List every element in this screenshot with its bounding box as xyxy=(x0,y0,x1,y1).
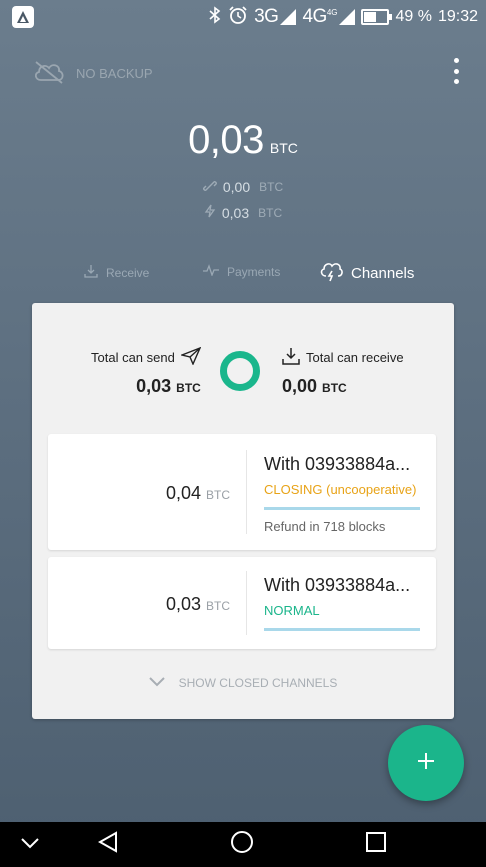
balance-unit: BTC xyxy=(269,140,298,156)
show-closed-channels-button[interactable]: SHOW CLOSED CHANNELS xyxy=(32,676,454,690)
lightning-balance: 0,03 BTC xyxy=(0,204,486,221)
total-can-send: Total can send 0,03 BTC xyxy=(91,346,202,397)
backup-label: NO BACKUP xyxy=(76,66,153,81)
lightning-unit: BTC xyxy=(258,205,283,220)
link-icon xyxy=(202,180,217,195)
tab-receive-label: Receive xyxy=(106,265,150,280)
channel-amount-value: 0,04 xyxy=(165,483,201,503)
channel-state-closing: CLOSING (uncooperative) xyxy=(264,482,417,497)
send-unit: BTC xyxy=(176,381,201,395)
clock: 19:32 xyxy=(437,8,478,25)
channel-progress-bar xyxy=(264,628,420,631)
chevron-down-icon xyxy=(20,836,40,854)
recents-square-icon xyxy=(366,832,386,857)
channel-state-normal: NORMAL xyxy=(264,603,320,618)
home-circle-icon xyxy=(230,830,254,859)
app-notification-icon xyxy=(12,6,34,28)
channel-amount: 0,04 BTC xyxy=(166,483,230,504)
channel-item[interactable]: 0,04 BTC With 03933884a... CLOSING (uncoo… xyxy=(48,434,436,550)
onchain-unit: BTC xyxy=(259,180,284,194)
channel-progress-bar xyxy=(264,507,420,510)
battery-fill xyxy=(364,12,377,22)
chevron-down-icon xyxy=(148,676,165,690)
channel-amount-unit: BTC xyxy=(206,488,230,502)
receive-icon xyxy=(282,347,300,368)
add-channel-button[interactable] xyxy=(388,725,464,801)
onchain-balance: 0,00 BTC xyxy=(0,179,486,195)
status-bar: 3G 4G 4G 49 % 19:32 xyxy=(0,0,486,34)
tab-channels-label: Channels xyxy=(351,264,415,282)
show-closed-label: SHOW CLOSED CHANNELS xyxy=(178,676,338,690)
network-3g-label: 3G xyxy=(254,6,279,27)
onchain-value: 0,00 xyxy=(222,179,251,195)
download-icon xyxy=(84,264,98,281)
nav-home-button[interactable] xyxy=(222,822,262,867)
lightning-icon xyxy=(204,204,216,221)
receive-value: 0,00 xyxy=(282,376,318,396)
network-4g-badge: 4G xyxy=(326,7,338,17)
battery-percent: 49 % xyxy=(395,8,432,25)
channel-item[interactable]: 0,03 BTC With 03933884a... NORMAL xyxy=(48,557,436,649)
cloud-lightning-icon xyxy=(319,260,343,286)
activity-icon xyxy=(203,264,219,279)
total-can-receive: Total can receive 0,00 BTC xyxy=(282,347,404,397)
receive-unit: BTC xyxy=(322,381,347,395)
alarm-icon xyxy=(228,5,248,30)
backup-status[interactable]: NO BACKUP xyxy=(32,60,153,87)
bluetooth-icon xyxy=(208,5,222,29)
tab-channels[interactable]: Channels xyxy=(319,260,414,286)
channel-refund-note: Refund in 718 blocks xyxy=(264,519,386,534)
divider xyxy=(246,571,247,635)
receive-label: Total can receive xyxy=(306,350,404,365)
network-4g-label: 4G xyxy=(302,6,327,27)
overflow-menu-icon[interactable] xyxy=(452,58,460,84)
channel-amount-unit: BTC xyxy=(206,599,230,613)
nav-collapse-button[interactable] xyxy=(10,822,50,867)
lightning-value: 0,03 xyxy=(221,204,250,221)
balance-total: 0,03 BTC xyxy=(0,118,486,163)
tab-payments[interactable]: Payments xyxy=(203,264,280,279)
channel-peer: With 03933884a... xyxy=(264,454,411,474)
battery-icon xyxy=(361,9,393,25)
send-icon xyxy=(179,346,202,368)
send-label: Total can send xyxy=(91,350,175,365)
signal-icon xyxy=(280,9,297,25)
tab-payments-label: Payments xyxy=(227,264,281,279)
nav-recents-button[interactable] xyxy=(356,822,396,867)
plus-icon xyxy=(416,751,436,776)
balance-value: 0,03 xyxy=(188,118,264,162)
nav-back-button[interactable] xyxy=(88,822,128,867)
channel-peer: With 03933884a... xyxy=(264,575,411,595)
cloud-off-icon xyxy=(32,60,66,87)
system-navigation-bar xyxy=(0,822,486,867)
signal-icon-2 xyxy=(339,9,356,25)
channels-card: Total can send 0,03 BTC Total can receive… xyxy=(32,303,454,719)
send-value: 0,03 xyxy=(136,376,172,396)
balance-ring-chart xyxy=(220,351,260,391)
divider xyxy=(246,450,247,534)
channel-amount: 0,03 BTC xyxy=(166,594,230,615)
back-triangle-icon xyxy=(97,831,118,858)
channel-amount-value: 0,03 xyxy=(165,594,201,614)
main-tabs: Receive Payments Channels xyxy=(0,260,486,288)
tab-receive[interactable]: Receive xyxy=(84,264,149,281)
